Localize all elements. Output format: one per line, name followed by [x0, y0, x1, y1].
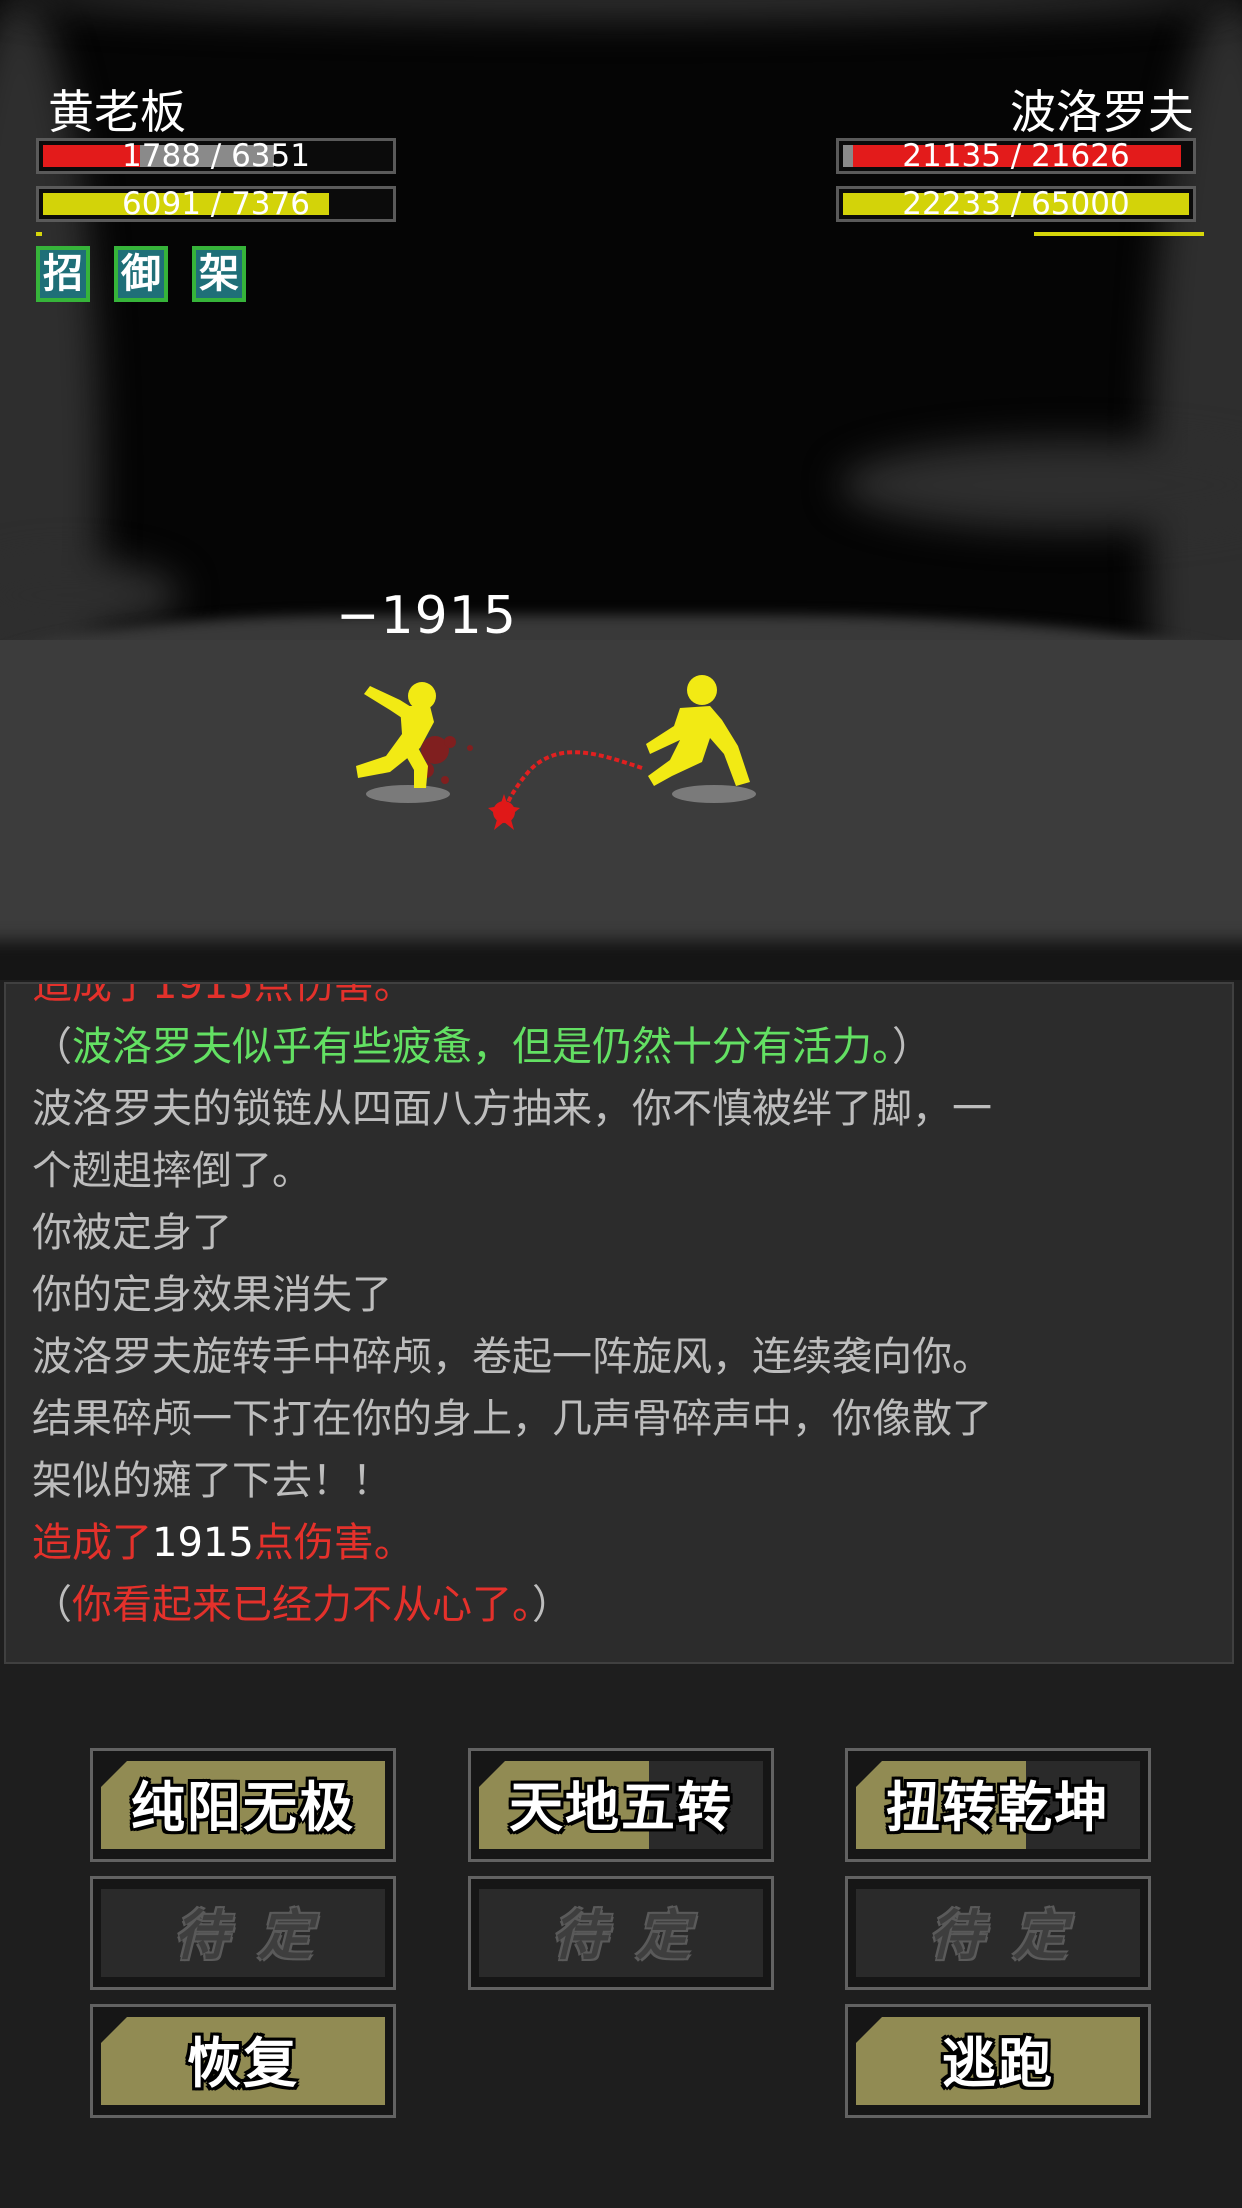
- skill-button-3[interactable]: 扭转乾坤: [845, 1748, 1151, 1862]
- skill-button-2[interactable]: 天地五转: [468, 1748, 774, 1862]
- log-segment: ）: [532, 1582, 572, 1629]
- log-segment: 波洛罗夫旋转手中碎颅，卷起一阵旋风，连续袭向你。: [32, 1334, 992, 1381]
- log-segment: 架似的瘫了下去！！: [32, 1458, 392, 1505]
- log-line: 你被定身了: [32, 1202, 1212, 1264]
- ground-shadow: [0, 940, 1242, 980]
- log-segment: ）: [892, 1024, 932, 1071]
- smoke-cloud-1: [840, 440, 1242, 530]
- log-segment: 结果碎颅一下打在你的身上，几声骨碎声中，你像散了: [32, 1396, 992, 1443]
- buff-jia-icon[interactable]: 架: [192, 246, 246, 302]
- log-segment: 你看起来已经力不从心了。: [72, 1582, 532, 1629]
- smoke-top: [0, 0, 1242, 20]
- skill-slot-empty-2-label: 待定: [552, 1904, 720, 1967]
- fighters-scene: [356, 675, 756, 830]
- log-segment: （: [32, 1024, 72, 1071]
- combat-log[interactable]: 造成了1915点伤害。 （波洛罗夫似乎有些疲惫，但是仍然十分有活力。） 波洛罗夫的锁…: [4, 982, 1234, 1664]
- enemy-mp-value: 22233 / 65000: [902, 186, 1130, 222]
- skill-slot-empty-3[interactable]: 待定: [845, 1876, 1151, 1990]
- flee-label: 逃跑: [942, 2032, 1054, 2095]
- log-segment: 你被定身了: [32, 1210, 232, 1257]
- log-line: 波洛罗夫旋转手中碎颅，卷起一阵旋风，连续袭向你。: [32, 1326, 1212, 1388]
- buff-yu-icon[interactable]: 御: [114, 246, 168, 302]
- flee-button[interactable]: 逃跑: [845, 2004, 1151, 2118]
- smoke-cloud-2: [0, 560, 180, 630]
- log-segment: 个趔趄摔倒了。: [32, 1148, 312, 1195]
- enemy-hp-bar: 21135 / 21626: [836, 138, 1196, 174]
- skill-slot-empty-1-label: 待定: [174, 1904, 342, 1967]
- log-segment: 你的定身效果消失了: [32, 1272, 392, 1319]
- damage-popup: −1915: [336, 586, 517, 646]
- skill-2-label: 天地五转: [509, 1776, 733, 1839]
- log-line: 架似的瘫了下去！！: [32, 1450, 1212, 1512]
- buff-zhao-icon[interactable]: 招: [36, 246, 90, 302]
- log-line: （波洛罗夫似乎有些疲惫，但是仍然十分有活力。）: [32, 1016, 1212, 1078]
- log-segment: （: [32, 1582, 72, 1629]
- skill-slot-empty-1[interactable]: 待定: [90, 1876, 396, 1990]
- player-hp-value: 1788 / 6351: [122, 138, 310, 174]
- enemy-hp-value: 21135 / 21626: [902, 138, 1130, 174]
- enemy-charge-line: [1034, 232, 1204, 236]
- player-mp-bar: 6091 / 7376: [36, 186, 396, 222]
- enemy-name: 波洛罗夫: [1010, 85, 1194, 139]
- skill-slot-empty-3-label: 待定: [929, 1904, 1097, 1967]
- skill-slot-empty-2[interactable]: 待定: [468, 1876, 774, 1990]
- player-fighter: [356, 682, 436, 788]
- log-line: 造成了1915点伤害。: [32, 1512, 1212, 1574]
- log-line: 造成了1915点伤害。: [32, 982, 1212, 1016]
- log-line: 结果碎颅一下打在你的身上，几声骨碎声中，你像散了: [32, 1388, 1212, 1450]
- player-shadow: [366, 785, 450, 803]
- log-line: 你的定身效果消失了: [32, 1264, 1212, 1326]
- player-mp-value: 6091 / 7376: [122, 186, 310, 222]
- battle-scene: 黄老板 1788 / 6351 6091 / 7376 招 御 架 波洛罗夫 2…: [0, 0, 1242, 980]
- skill-button-1[interactable]: 纯阳无极: [90, 1748, 396, 1862]
- log-segment: 波洛罗夫的锁链从四面八方抽来，你不慎被绊了脚，一: [32, 1086, 992, 1133]
- player-hp-bar: 1788 / 6351: [36, 138, 396, 174]
- log-segment: 点伤害。: [253, 1520, 414, 1567]
- log-line: （你看起来已经力不从心了。）: [32, 1574, 1212, 1636]
- enemy-mp-bar: 22233 / 65000: [836, 186, 1196, 222]
- log-line: 个趔趄摔倒了。: [32, 1140, 1212, 1202]
- recover-label: 恢复: [187, 2032, 299, 2095]
- enemy-shadow: [672, 785, 756, 803]
- flail-head-icon: [488, 794, 520, 830]
- log-segment: 1915: [152, 1520, 254, 1567]
- skill-3-label: 扭转乾坤: [886, 1776, 1110, 1839]
- player-name: 黄老板: [48, 85, 186, 139]
- chain-weapon: [502, 750, 643, 813]
- log-segment: 造成了: [32, 1520, 152, 1567]
- player-charge-line: [36, 232, 42, 236]
- log-line: 波洛罗夫的锁链从四面八方抽来，你不慎被绊了脚，一: [32, 1078, 1212, 1140]
- recover-button[interactable]: 恢复: [90, 2004, 396, 2118]
- log-segment: 造成了1915点伤害。: [32, 982, 414, 1008]
- enemy-fighter: [646, 675, 750, 786]
- skill-1-label: 纯阳无极: [131, 1776, 355, 1839]
- log-segment: 波洛罗夫似乎有些疲惫，但是仍然十分有活力。: [72, 1024, 892, 1071]
